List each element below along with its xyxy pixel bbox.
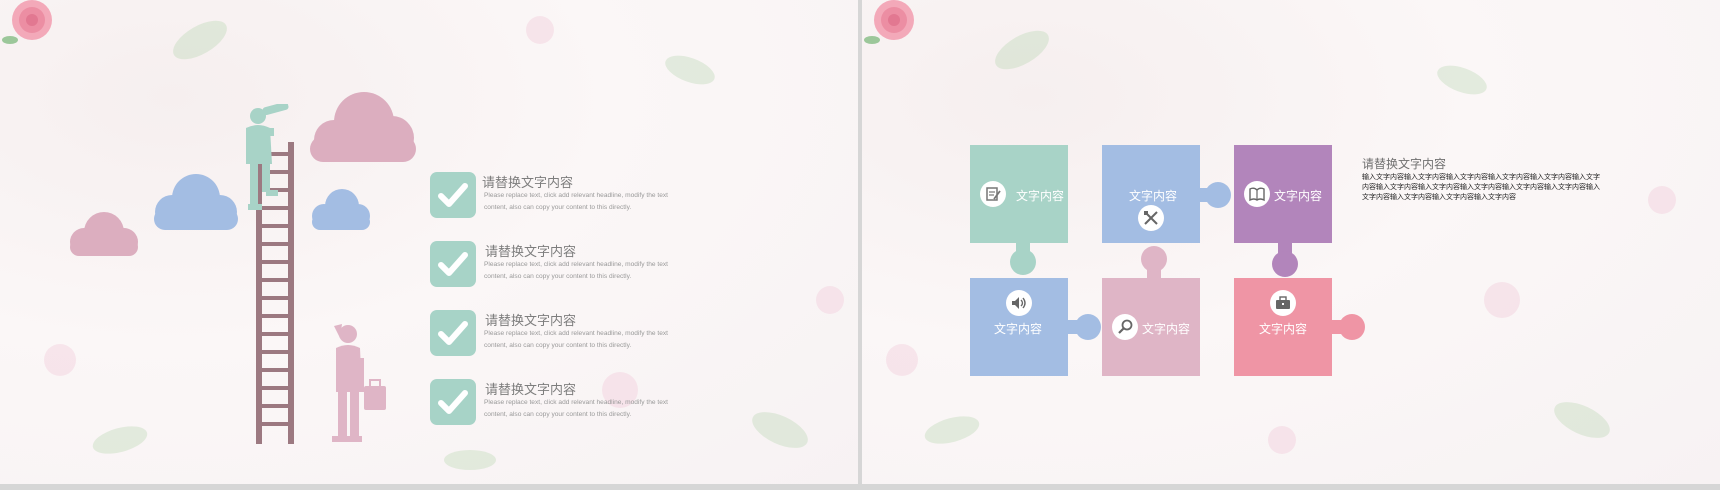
check-badge [430, 310, 476, 356]
book-icon [1244, 181, 1270, 207]
check-badge [430, 172, 476, 218]
cloud-icon [154, 174, 238, 230]
item-description: Please replace text, click add relevant … [484, 261, 668, 280]
briefcase-icon [1270, 290, 1296, 316]
cloud-icon [70, 212, 138, 256]
text-title: 请替换文字内容 [1362, 157, 1447, 171]
cloud-icon [310, 92, 416, 162]
list-item: 请替换文字内容 Please replace text, click add r… [430, 310, 690, 360]
piece-label: 文字内容 [994, 322, 1043, 336]
piece-label: 文字内容 [1274, 189, 1323, 203]
checkmark-icon [438, 252, 468, 276]
telescope-person-icon [246, 104, 289, 210]
piece-label: 文字内容 [1142, 322, 1191, 336]
search-icon [1112, 314, 1138, 340]
list-item: 请替换文字内容 Please replace text, click add r… [430, 379, 690, 429]
check-badge [430, 379, 476, 425]
rose-icon [2, 0, 52, 44]
speaker-icon [1006, 290, 1032, 316]
list-item: 请替换文字内容 Please replace text, click add r… [430, 172, 690, 222]
check-badge [430, 241, 476, 287]
item-description: Please replace text, click add relevant … [484, 330, 668, 349]
edit-note-icon [980, 181, 1006, 207]
piece-label: 文字内容 [1129, 189, 1178, 203]
tools-icon [1138, 205, 1164, 231]
slide-left: 请替换文字内容 Please replace text, click add r… [0, 0, 858, 484]
item-description: Please replace text, click add relevant … [484, 399, 668, 418]
checkmark-icon [438, 321, 468, 345]
piece-label: 文字内容 [1259, 322, 1308, 336]
checkmark-icon [438, 390, 468, 414]
checkmark-icon [438, 183, 468, 207]
list-item: 请替换文字内容 Please replace text, click add r… [430, 241, 690, 291]
slide-right: 文字内容 文字内容 文字内容 文字内容 文字内容 文字内容 [862, 0, 1720, 484]
text-body: 输入文字内容输入文字内容输入文字内容输入文字内容输入文字内容输入文字内容输入文字… [1362, 174, 1600, 201]
item-title: 请替换文字内容 [485, 244, 577, 259]
person-briefcase-icon [332, 324, 386, 442]
item-title: 请替换文字内容 [482, 175, 574, 190]
item-title: 请替换文字内容 [485, 382, 577, 397]
item-description: Please replace text, click add relevant … [484, 192, 668, 211]
cloud-icon [312, 189, 370, 230]
piece-label: 文字内容 [1016, 189, 1065, 203]
item-title: 请替换文字内容 [485, 313, 577, 328]
